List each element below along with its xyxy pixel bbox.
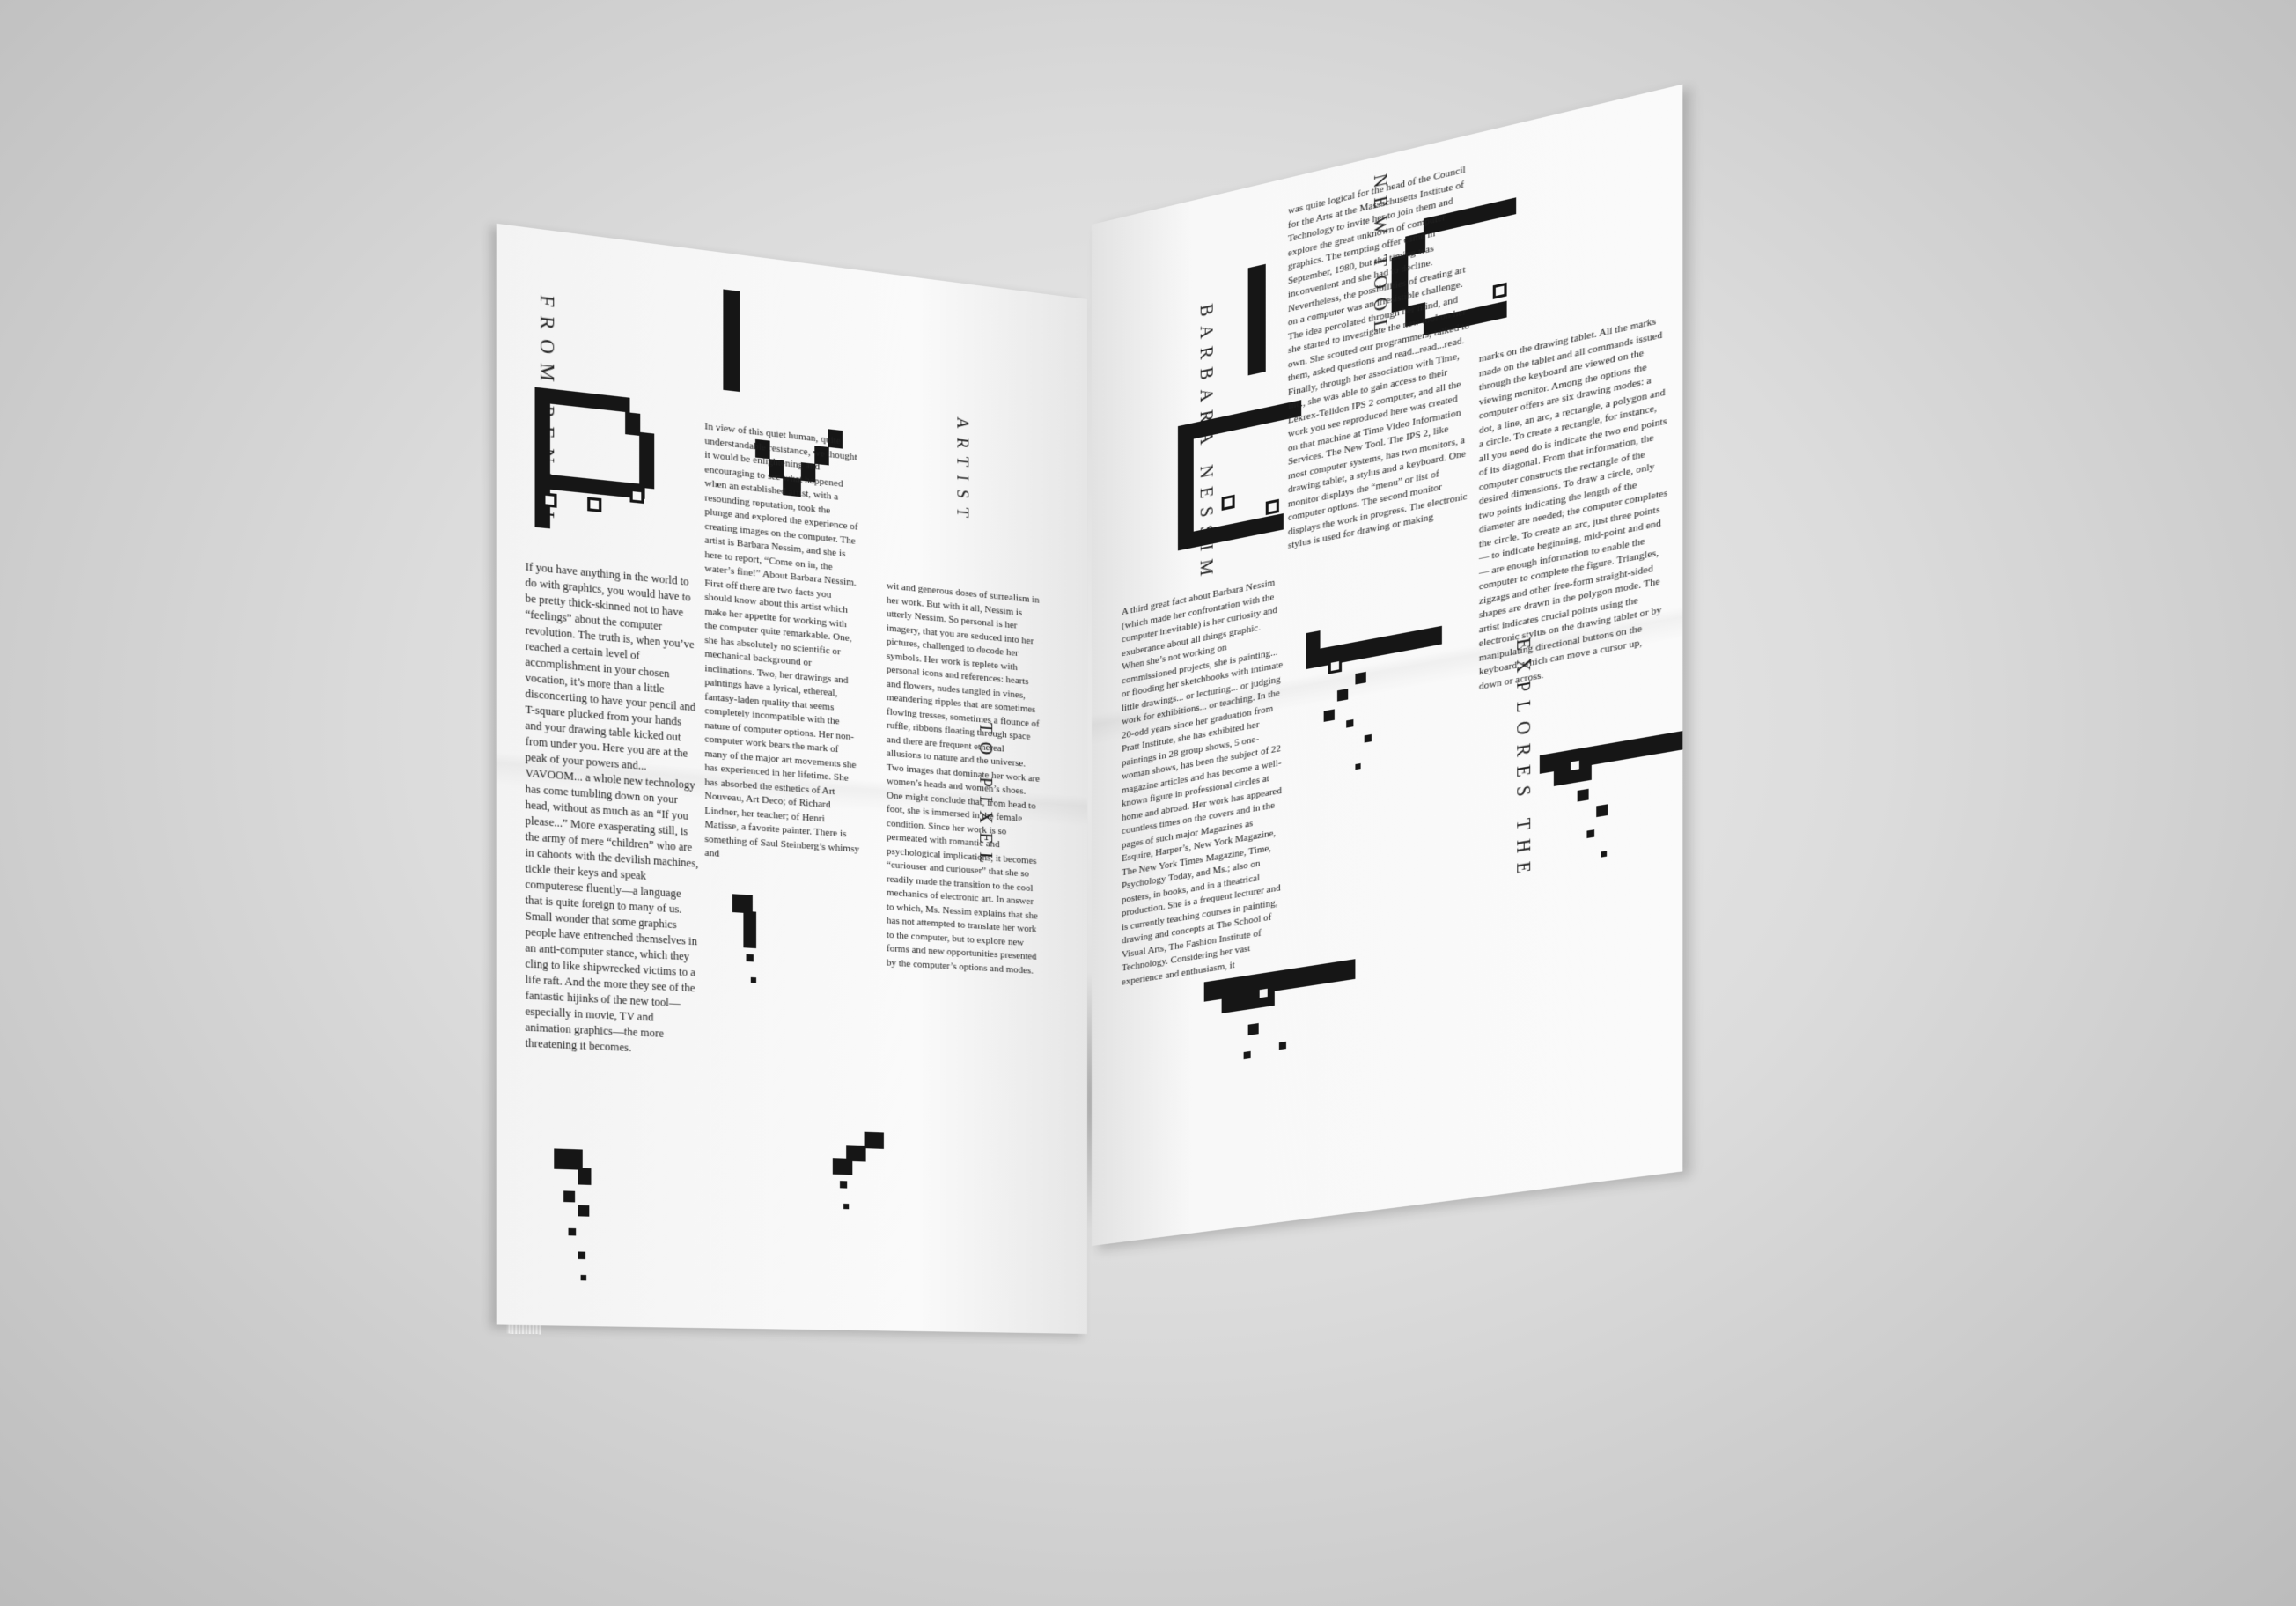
pixel-arch-left	[497, 224, 1087, 299]
pixel-letter-p	[497, 224, 1087, 299]
right-page: BARBARA NESSIM NEW TOOL EXPLORES THE was…	[1092, 85, 1682, 1246]
left-column-2: In view of this quiet human, quite under…	[704, 420, 859, 871]
right-column-1: was quite logical for the head of the Co…	[1288, 162, 1469, 553]
left-column-1: If you have anything in the world to do …	[526, 559, 701, 1059]
left-column-3: wit and generous doses of surrealism in …	[887, 579, 1040, 978]
pixel-letter-v	[497, 224, 1087, 299]
right-column-3: marks on the drawing tablet. All the mar…	[1479, 313, 1668, 695]
right-column-2: A third great fact about Barbara Nessim …	[1122, 574, 1284, 989]
left-page: FROM PENCIL TO PIXEL ARTIST If you h	[497, 224, 1087, 1334]
product-mockup-scene: FROM PENCIL TO PIXEL ARTIST If you h	[0, 0, 2296, 1606]
left-kicker-artist: ARTIST	[953, 416, 971, 527]
pixel-letter-i	[497, 224, 1087, 299]
pixel-drip-left-mid	[497, 224, 1087, 299]
pixel-drip-left-bottom	[497, 224, 1087, 299]
